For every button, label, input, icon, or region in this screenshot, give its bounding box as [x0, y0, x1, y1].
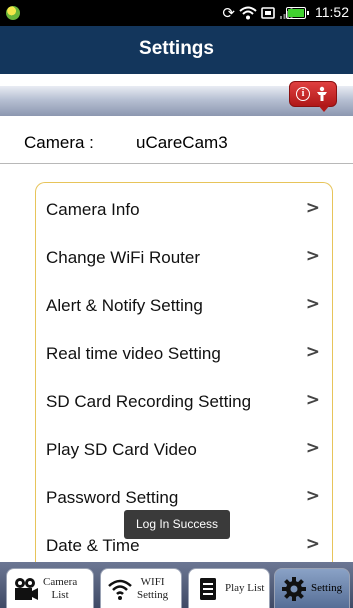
- menu-item-label: Play SD Card Video: [46, 440, 197, 459]
- menu-item-play-sd-card-video[interactable]: Play SD Card Video >: [36, 425, 332, 473]
- tab-setting[interactable]: Setting: [274, 568, 350, 608]
- wifi-icon: [108, 579, 132, 600]
- battery-icon: [286, 7, 309, 19]
- menu-item-label: Real time video Setting: [46, 344, 221, 363]
- badge-tail: [318, 105, 330, 112]
- tab-camera-list[interactable]: Camera List: [6, 568, 94, 608]
- chevron-right-icon: >: [305, 294, 320, 314]
- tab-label-line1: Camera: [43, 575, 78, 588]
- menu-item-camera-info[interactable]: Camera Info >: [36, 185, 332, 233]
- help-person-icon: [317, 86, 327, 101]
- menu-item-label: Change WiFi Router: [46, 248, 201, 267]
- chevron-right-icon: >: [305, 246, 320, 266]
- status-bar: ⟳ 11:52: [0, 0, 353, 26]
- menu-item-alert-notify-setting[interactable]: Alert & Notify Setting >: [36, 281, 332, 329]
- chevron-right-icon: >: [305, 198, 320, 218]
- chevron-right-icon: >: [305, 534, 320, 554]
- chevron-right-icon: >: [305, 438, 320, 458]
- tab-label: Setting: [311, 582, 343, 594]
- tab-play-list[interactable]: Play List: [188, 568, 270, 608]
- info-icon: i: [296, 87, 310, 101]
- tab-label-line2: Setting: [137, 588, 169, 601]
- menu-item-sd-card-recording-setting[interactable]: SD Card Recording Setting >: [36, 377, 332, 425]
- tab-label: Camera List: [43, 576, 77, 602]
- wifi-icon: [239, 6, 257, 20]
- title-bar: Settings: [0, 26, 353, 74]
- clock: 11:52: [315, 4, 349, 20]
- menu-item-label: SD Card Recording Setting: [46, 392, 252, 411]
- status-icons: ⟳: [222, 3, 293, 23]
- gear-icon: [282, 576, 306, 601]
- menu-item-label: Date & Time: [46, 536, 140, 555]
- tab-label: WIFI Setting: [137, 576, 168, 602]
- document-icon: [200, 577, 216, 600]
- camera-selector: Camera : uCareCam3: [0, 120, 353, 164]
- chevron-right-icon: >: [305, 342, 320, 362]
- tab-label: Play List: [225, 582, 265, 594]
- menu-item-change-wifi-router[interactable]: Change WiFi Router >: [36, 233, 332, 281]
- menu-item-label: Alert & Notify Setting: [46, 296, 203, 315]
- camera-label: Camera :: [24, 133, 94, 152]
- sync-icon: ⟳: [222, 4, 235, 22]
- menu-item-label: Camera Info: [46, 200, 140, 219]
- chevron-right-icon: >: [305, 390, 320, 410]
- toast-message: Log In Success: [124, 510, 230, 539]
- page-title: Settings: [139, 38, 214, 59]
- tab-label-line2: List: [51, 588, 69, 601]
- chevron-right-icon: >: [305, 486, 320, 506]
- app-notification-icon: [6, 6, 20, 20]
- menu-item-real-time-video-setting[interactable]: Real time video Setting >: [36, 329, 332, 377]
- camera-icon: [15, 577, 38, 600]
- toolbar-strip: i: [0, 74, 353, 120]
- bottom-nav: Camera List WIFI Setting Play List Setti…: [0, 562, 353, 608]
- camera-name: uCareCam3: [136, 133, 228, 152]
- menu-item-label: Password Setting: [46, 488, 179, 507]
- tab-label-line1: WIFI: [140, 575, 165, 588]
- screenshot-icon: [261, 7, 275, 19]
- tab-wifi-setting[interactable]: WIFI Setting: [100, 568, 182, 608]
- help-button[interactable]: i: [289, 81, 337, 112]
